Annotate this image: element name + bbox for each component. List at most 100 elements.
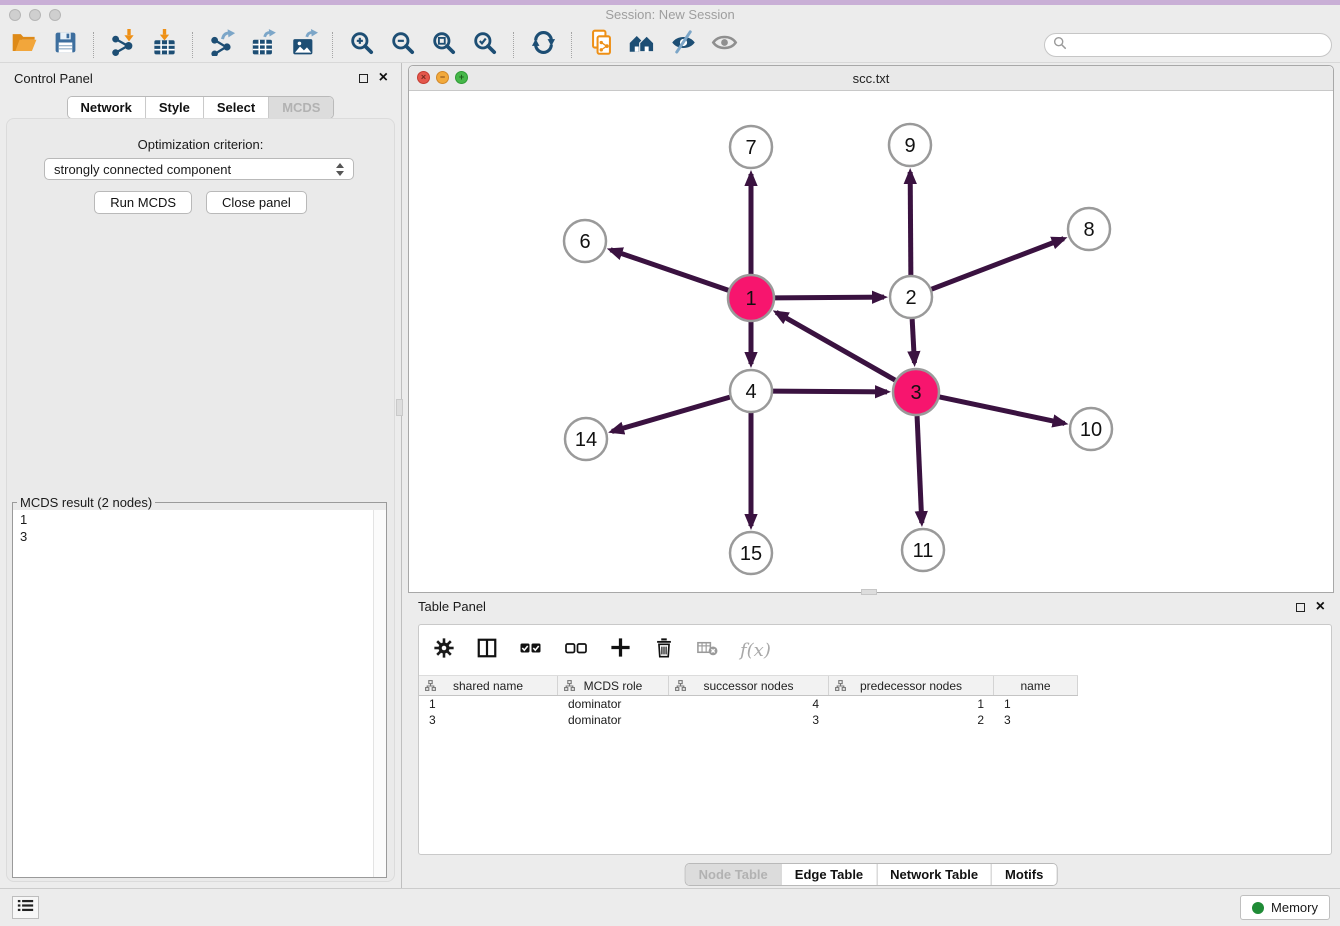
column-header-name[interactable]: name xyxy=(994,676,1078,695)
graph-node-label-6: 6 xyxy=(579,231,590,253)
close-table-panel-icon[interactable]: × xyxy=(1316,601,1325,613)
float-table-panel-icon[interactable] xyxy=(1296,603,1305,612)
cell-predecessor-nodes: 2 xyxy=(829,713,994,727)
export-table-button[interactable] xyxy=(247,30,279,60)
control-panel-tabs: NetworkStyleSelectMCDS xyxy=(67,96,335,119)
memory-button[interactable]: Memory xyxy=(1240,895,1330,920)
search-box[interactable] xyxy=(1044,33,1332,57)
zoom-fit-button[interactable] xyxy=(428,30,460,60)
zoom-selected-button[interactable] xyxy=(469,30,501,60)
criterion-dropdown[interactable]: strongly connected component xyxy=(44,158,354,180)
table-row[interactable]: 1dominator411 xyxy=(419,696,1331,712)
export-table-icon xyxy=(250,29,277,61)
graph-edge-3-1[interactable] xyxy=(776,312,895,380)
network-close-button[interactable]: × xyxy=(417,71,430,84)
open-folder-icon xyxy=(11,29,38,61)
network-window-title: scc.txt xyxy=(853,71,890,86)
import-network-icon xyxy=(110,29,137,61)
cell-name: 1 xyxy=(994,697,1078,711)
import-network-button[interactable] xyxy=(107,30,139,60)
table-settings-button[interactable] xyxy=(433,637,455,664)
mcds-result-text[interactable]: 1 3 xyxy=(13,510,373,877)
mcds-result-title: MCDS result (2 nodes) xyxy=(17,495,155,510)
tree-icon xyxy=(675,680,686,691)
network-canvas[interactable]: 7968124314101511 xyxy=(409,90,1333,592)
graph-edge-3-10[interactable] xyxy=(939,397,1064,423)
toolbar-separator xyxy=(513,32,515,58)
split-panel-button[interactable] xyxy=(476,637,498,664)
control-tab-mcds[interactable]: MCDS xyxy=(268,97,333,118)
clone-network-button[interactable] xyxy=(585,30,617,60)
eye-icon xyxy=(711,29,738,61)
graph-edge-2-9[interactable] xyxy=(910,172,911,275)
graph-edge-4-14[interactable] xyxy=(612,397,730,431)
zoom-in-button[interactable] xyxy=(346,30,378,60)
cell-MCDS-role: dominator xyxy=(558,713,669,727)
table-row[interactable]: 3dominator323 xyxy=(419,712,1331,728)
column-header-MCDS-role[interactable]: MCDS role xyxy=(558,676,669,695)
open-session-button[interactable] xyxy=(8,30,40,60)
create-column-button[interactable] xyxy=(609,636,632,664)
export-network-icon xyxy=(209,29,236,61)
result-scrollbar[interactable] xyxy=(373,510,386,877)
clone-network-icon xyxy=(588,29,615,61)
network-window-titlebar[interactable]: × − + scc.txt xyxy=(409,66,1333,91)
graph-node-label-10: 10 xyxy=(1080,419,1102,441)
network-maximize-button[interactable]: + xyxy=(455,71,468,84)
first-neighbors-button[interactable] xyxy=(626,30,658,60)
network-view-window: × − + scc.txt 7968124314101511 xyxy=(408,65,1334,593)
run-mcds-button[interactable]: Run MCDS xyxy=(94,191,192,214)
delete-table-button[interactable] xyxy=(696,636,719,664)
graph-node-label-2: 2 xyxy=(905,287,916,309)
graph-edge-2-3[interactable] xyxy=(912,319,914,363)
show-panels-button[interactable] xyxy=(12,896,39,919)
unselect-all-columns-button[interactable] xyxy=(564,636,588,665)
graph-edge-4-3[interactable] xyxy=(773,391,887,392)
control-tab-style[interactable]: Style xyxy=(145,97,203,118)
float-panel-icon[interactable] xyxy=(359,74,368,83)
select-all-columns-button[interactable] xyxy=(519,636,543,665)
criterion-value: strongly connected component xyxy=(54,162,231,177)
control-tab-network[interactable]: Network xyxy=(68,97,145,118)
graph-edge-2-8[interactable] xyxy=(932,239,1064,290)
export-image-button[interactable] xyxy=(288,30,320,60)
cell-successor-nodes: 3 xyxy=(669,713,829,727)
network-minimize-button[interactable]: − xyxy=(436,71,449,84)
column-header-shared-name[interactable]: shared name xyxy=(419,676,558,695)
titlebar: Session: New Session xyxy=(0,0,1340,28)
refresh-icon xyxy=(531,30,556,60)
delete-column-button[interactable] xyxy=(653,637,675,664)
zoom-out-button[interactable] xyxy=(387,30,419,60)
show-all-button[interactable] xyxy=(708,30,740,60)
graph-edge-1-6[interactable] xyxy=(611,250,729,290)
graph-node-label-14: 14 xyxy=(575,429,597,451)
graph-node-label-8: 8 xyxy=(1083,219,1094,241)
close-panel-button[interactable]: Close panel xyxy=(206,191,307,214)
table-tab-network-table[interactable]: Network Table xyxy=(876,864,991,885)
column-header-predecessor-nodes[interactable]: predecessor nodes xyxy=(829,676,994,695)
graph-node-label-11: 11 xyxy=(913,540,934,562)
search-icon xyxy=(1053,36,1067,55)
graph-node-label-3: 3 xyxy=(910,382,921,404)
column-header-successor-nodes[interactable]: successor nodes xyxy=(669,676,829,695)
table-tab-node-table[interactable]: Node Table xyxy=(686,864,781,885)
table-panel: Table Panel × f(x) shared nameMCDS roles… xyxy=(402,595,1340,888)
export-network-button[interactable] xyxy=(206,30,238,60)
export-image-icon xyxy=(291,29,318,61)
table-tab-motifs[interactable]: Motifs xyxy=(991,864,1056,885)
hide-selected-button[interactable] xyxy=(667,30,699,60)
import-table-button[interactable] xyxy=(148,30,180,60)
close-panel-icon[interactable]: × xyxy=(379,72,388,84)
graph-edge-3-11[interactable] xyxy=(917,416,922,523)
refresh-button[interactable] xyxy=(527,30,559,60)
graph-edge-1-2[interactable] xyxy=(775,297,884,298)
control-tab-select[interactable]: Select xyxy=(203,97,268,118)
save-session-button[interactable] xyxy=(49,30,81,60)
zoom-in-icon xyxy=(349,30,375,61)
vertical-splitter-handle[interactable] xyxy=(396,399,403,416)
table-browser-tabs: Node TableEdge TableNetwork TableMotifs xyxy=(685,863,1058,886)
search-input[interactable] xyxy=(1073,37,1323,54)
function-builder-button[interactable]: f(x) xyxy=(740,640,771,661)
table-tab-edge-table[interactable]: Edge Table xyxy=(781,864,876,885)
graph-node-label-4: 4 xyxy=(745,381,756,403)
